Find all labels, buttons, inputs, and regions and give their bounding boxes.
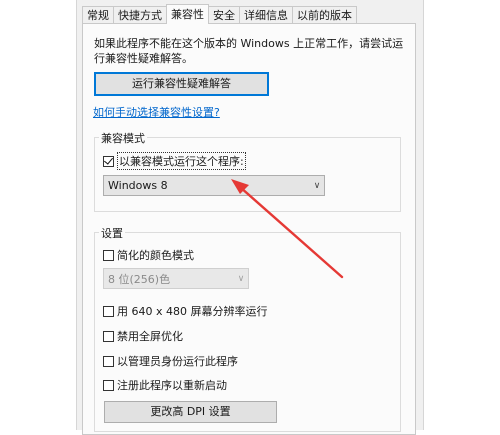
checkbox-icon — [103, 379, 114, 391]
resolution-checkbox[interactable]: 用 640 x 480 屏幕分辨率运行 — [103, 303, 268, 319]
register-restart-checkbox[interactable]: 注册此程序以重新启动 — [103, 377, 227, 393]
fullscreen-opt-label: 禁用全屏优化 — [117, 330, 183, 343]
fullscreen-opt-checkbox[interactable]: 禁用全屏优化 — [103, 328, 183, 344]
reduced-color-checkbox[interactable]: 简化的颜色模式 — [103, 247, 194, 263]
checkbox-checked-icon — [103, 155, 114, 167]
tab-details[interactable]: 详细信息 — [239, 6, 293, 24]
checkbox-icon — [103, 355, 114, 367]
resolution-label: 用 640 x 480 屏幕分辨率运行 — [117, 305, 268, 318]
chevron-down-icon: ∨ — [313, 180, 321, 191]
tab-general[interactable]: 常规 — [82, 6, 114, 24]
tab-security[interactable]: 安全 — [208, 6, 240, 24]
run-as-admin-checkbox[interactable]: 以管理员身份运行此程序 — [103, 353, 238, 369]
tab-previous-versions[interactable]: 以前的版本 — [292, 6, 357, 24]
os-select-value: Windows 8 — [108, 179, 168, 192]
compat-mode-label: 以兼容模式运行这个程序: — [117, 152, 246, 170]
settings-title: 设置 — [99, 225, 125, 241]
chevron-down-icon: ∨ — [237, 273, 245, 284]
tab-shortcut[interactable]: 快捷方式 — [113, 6, 167, 24]
color-depth-value: 8 位(256)色 — [108, 272, 171, 286]
manual-settings-link[interactable]: 如何手动选择兼容性设置? — [93, 104, 220, 120]
color-depth-select: 8 位(256)色 ∨ — [103, 268, 249, 289]
compat-mode-title: 兼容模式 — [99, 130, 147, 146]
tab-compatibility[interactable]: 兼容性 — [166, 4, 209, 24]
description-text: 如果此程序不能在这个版本的 Windows 上正常工作，请尝试运行兼容性疑难解答… — [94, 37, 404, 65]
compat-mode-checkbox[interactable]: 以兼容模式运行这个程序: — [103, 152, 246, 170]
change-dpi-button[interactable]: 更改高 DPI 设置 — [104, 401, 277, 423]
reduced-color-label: 简化的颜色模式 — [117, 249, 194, 262]
troubleshoot-button[interactable]: 运行兼容性疑难解答 — [94, 72, 269, 96]
run-as-admin-label: 以管理员身份运行此程序 — [117, 355, 238, 368]
os-select[interactable]: Windows 8 ∨ — [103, 175, 325, 196]
checkbox-icon — [103, 305, 114, 317]
checkbox-icon — [103, 330, 114, 342]
tab-bar: 常规 快捷方式 兼容性 安全 详细信息 以前的版本 — [82, 4, 357, 24]
checkbox-icon — [103, 249, 114, 261]
register-restart-label: 注册此程序以重新启动 — [117, 379, 227, 392]
